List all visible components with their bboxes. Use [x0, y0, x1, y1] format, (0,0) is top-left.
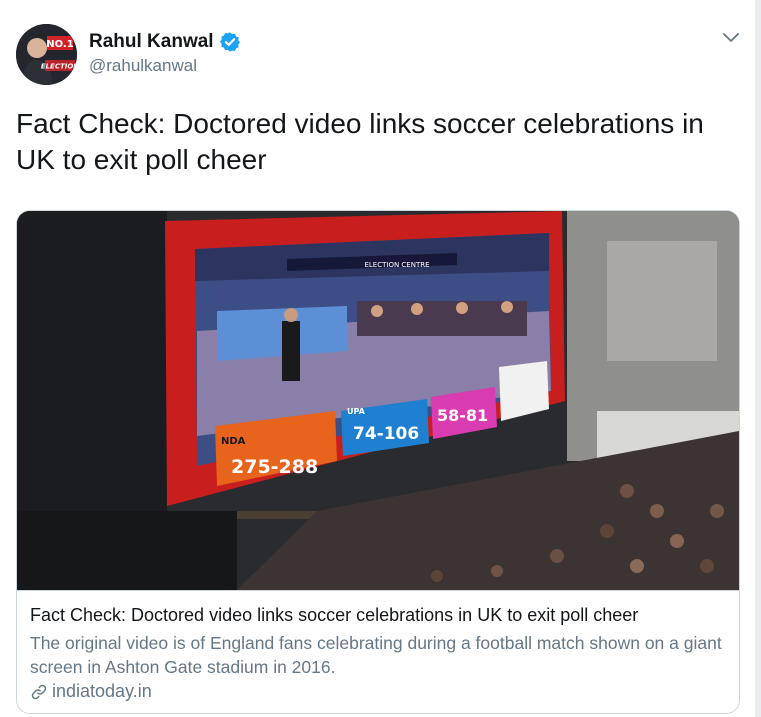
avatar[interactable]: NO.1 ELECTION	[16, 24, 77, 85]
link-card[interactable]: ELECTION CENTRE NDA 275-288 UPA 74-106 5…	[16, 210, 740, 714]
author-name[interactable]: Rahul Kanwal	[89, 31, 214, 53]
upa-label: UPA	[347, 407, 366, 416]
card-domain[interactable]: indiatoday.in	[30, 681, 152, 702]
name-row: Rahul Kanwal	[89, 30, 241, 54]
avatar-image: NO.1 ELECTION	[16, 24, 77, 85]
card-title[interactable]: Fact Check: Doctored video links soccer …	[30, 605, 638, 626]
nda-score: 275-288	[231, 456, 318, 478]
nda-label: NDA	[221, 436, 246, 447]
timeline-border	[755, 0, 761, 717]
card-description: The original video is of England fans ce…	[30, 633, 722, 677]
tweet-text: Fact Check: Doctored video links soccer …	[16, 108, 704, 175]
card-image[interactable]: ELECTION CENTRE NDA 275-288 UPA 74-106 5…	[17, 211, 739, 590]
verified-badge-icon	[219, 32, 240, 52]
screen-banner: ELECTION CENTRE	[364, 261, 429, 269]
author-block: Rahul Kanwal @rahulkanwal	[89, 30, 241, 76]
card-domain-text: indiatoday.in	[52, 681, 152, 701]
upa-score: 74-106	[353, 424, 419, 444]
avatar-badge-text: NO.1	[46, 39, 73, 50]
link-icon	[31, 684, 47, 699]
card-divider	[17, 590, 739, 591]
tweet: NO.1 ELECTION Rahul Kanwal @rahulkanwal …	[0, 0, 761, 717]
avatar-caption-text: ELECTION	[41, 63, 77, 71]
others-score: 58-81	[437, 406, 488, 425]
author-handle[interactable]: @rahulkanwal	[89, 56, 241, 76]
chevron-down-icon[interactable]	[722, 31, 740, 45]
